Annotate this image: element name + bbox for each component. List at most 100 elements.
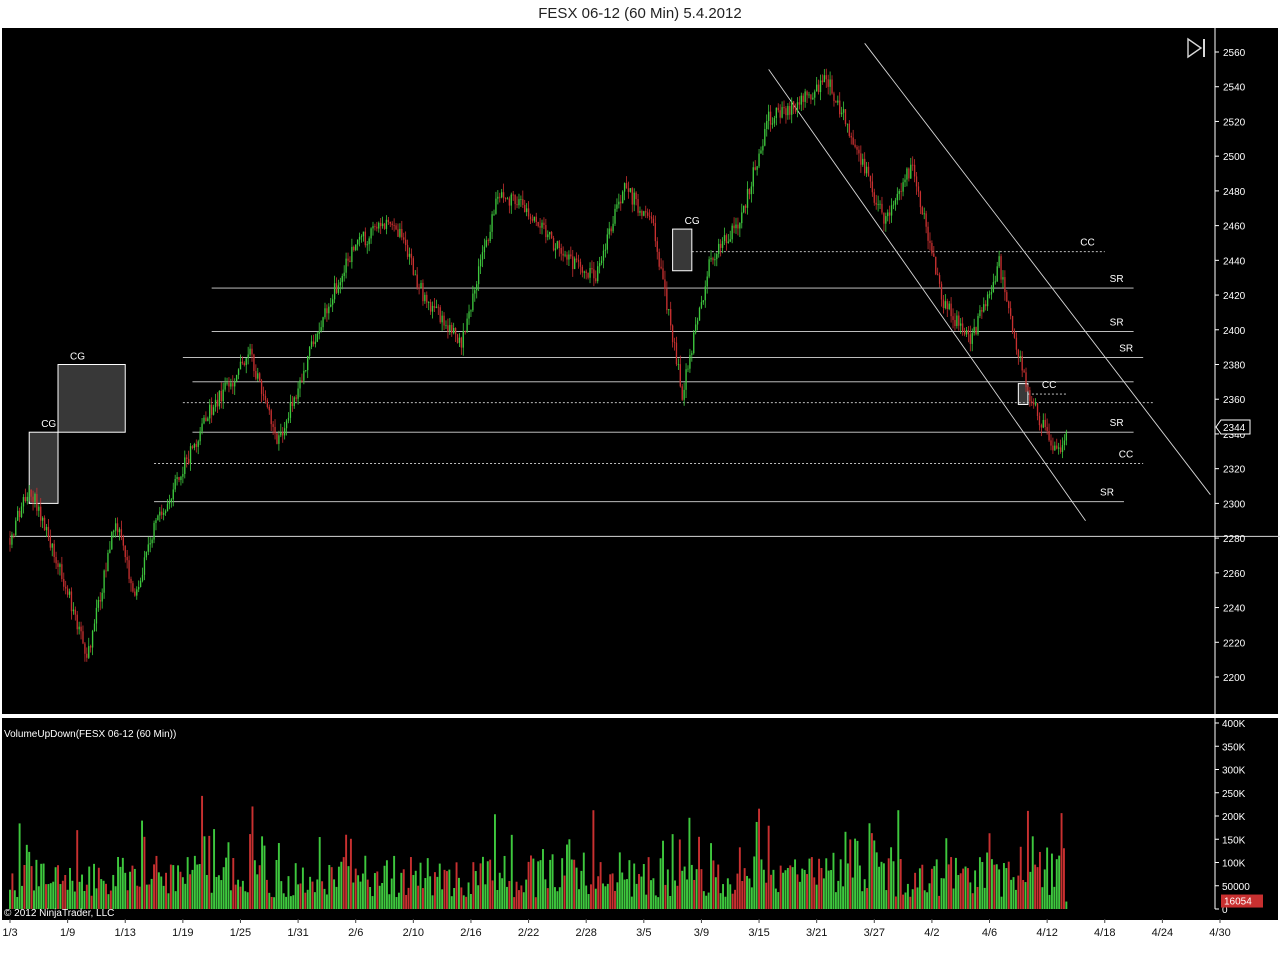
volume-bar [306,889,309,909]
volume-bar [1058,855,1061,909]
chart-canvas[interactable]: 2560 2540 2520 2500 2480 2460 2440 2420 2400 2380… [0,0,1280,965]
candle-body [573,258,576,270]
date-tick-label: 3/27 [864,927,885,939]
candle-body [789,106,791,115]
volume-bar [621,872,624,909]
volume-bar [582,852,585,909]
candle-body [483,246,486,253]
candle-body [287,417,290,421]
volume-bar [191,869,194,909]
volume-bar [33,890,35,909]
candle-body [51,543,53,548]
candle-body [593,269,595,279]
candle-body [172,489,174,500]
volume-bar [798,881,801,909]
volume-bar [335,886,338,909]
volume-bar [606,883,609,909]
volume-bar [640,876,643,909]
candle-body [224,382,226,390]
candle-body [547,234,549,238]
candle-body [105,570,107,572]
volume-tick-label: 100K [1222,859,1246,870]
chart-window: FESX 06-12 (60 Min) 5.4.2012 2560 2540 252… [0,0,1280,965]
volume-bar [664,884,667,909]
volume-bar [750,887,753,909]
volume-bar [426,858,429,909]
candle-body [370,228,372,239]
volume-bar [614,890,616,909]
candle-body [631,188,633,205]
candle-body [821,80,824,83]
candle-body [1034,403,1037,405]
candle-body [134,591,136,596]
candle-body [710,258,712,260]
candle-body [28,489,30,497]
price-tick-label: 2540 [1223,83,1246,94]
volume-bar [945,838,948,909]
volume-bar [177,865,180,909]
candle-body [226,382,228,384]
volume-bar [832,852,835,909]
volume-bar [1014,889,1017,909]
candle-body [130,578,132,584]
candle-body [867,166,870,176]
volume-bar [69,867,71,909]
candle-body [381,223,384,227]
volume-bar [340,861,343,909]
candle-body [629,188,632,192]
candle-body [858,149,860,154]
volume-bar [818,858,821,909]
candle-body [452,327,455,334]
volume-bar [436,876,439,909]
volume-tick-label: 50000 [1222,882,1250,893]
candle-body [197,441,199,447]
skip-to-end-button[interactable] [1186,37,1208,59]
volume-bar [486,861,489,909]
candle-body [504,197,507,199]
candle-body [1054,445,1056,451]
candle-body [883,212,885,224]
volume-bar [638,873,640,909]
candle-body [264,395,267,401]
candle-body [324,308,326,318]
volume-bar [383,865,386,909]
volume-bar [894,896,897,909]
volume-bar [285,896,288,909]
candle-body [988,294,991,296]
volume-bar [971,893,974,909]
volume-bar [160,876,163,909]
price-tick-label: 2420 [1223,291,1246,302]
volume-bar [25,844,28,909]
candle-body [685,369,687,390]
candle-body [234,381,236,387]
candle-body [151,539,153,544]
volume-bar [412,875,415,909]
candle-body [814,91,816,98]
volume-bar [892,861,895,909]
zone-box [57,364,126,433]
candle-body [209,404,211,419]
volume-bar [731,893,734,909]
candle-body [30,489,32,497]
volume-bar [554,887,556,909]
candle-body [731,225,733,240]
candle-body [766,120,768,130]
candle-body [946,301,948,310]
candle-body [752,167,754,187]
price-tick-label: 2200 [1223,673,1246,684]
candle-body [648,215,651,217]
candle-body [99,600,101,602]
candle-body [476,284,478,291]
volume-bar [659,858,662,909]
candle-body [326,308,328,314]
candle-body [1013,331,1016,338]
candle-body [228,382,230,387]
volume-bar [758,808,761,909]
candle-body [157,515,159,521]
candle-body [556,241,559,249]
candle-body [741,212,743,224]
candle-body [967,330,970,335]
date-tick-label: 4/24 [1152,927,1173,939]
volume-bar [277,843,280,909]
candle-body [835,101,837,103]
